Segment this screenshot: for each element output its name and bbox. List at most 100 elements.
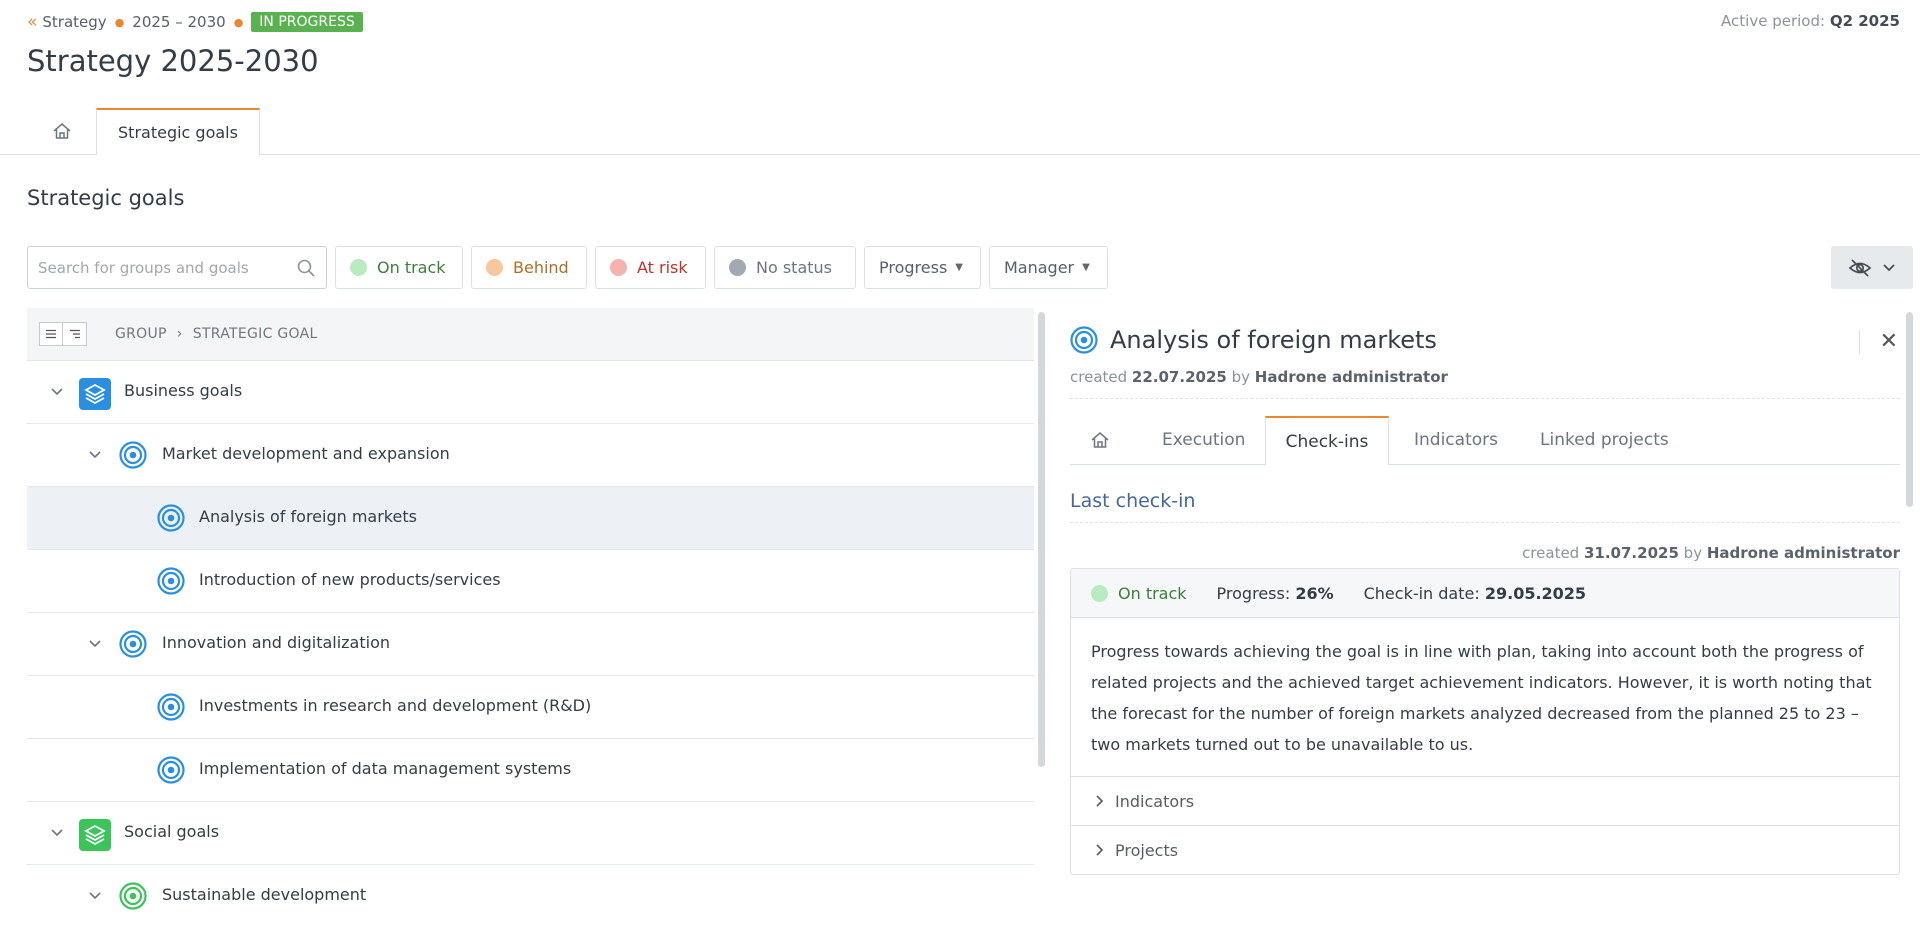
chevron-down-icon[interactable] (88, 637, 102, 651)
checkin-progress: Progress: 26% (1217, 584, 1334, 603)
page-title: Strategy 2025-2030 (27, 44, 319, 78)
tree-row-label: Analysis of foreign markets (199, 507, 417, 526)
expand-all-button[interactable] (39, 322, 63, 346)
target-icon (119, 630, 147, 658)
layers-icon (79, 819, 111, 851)
indicators-expander[interactable]: Indicators (1071, 777, 1899, 825)
indicators-expander-label: Indicators (1115, 791, 1195, 811)
chevron-down-icon[interactable] (50, 385, 64, 399)
tree-row-goal[interactable]: Market development and expansion (27, 424, 1034, 487)
created-date: 22.07.2025 (1131, 368, 1227, 386)
projects-expander-label: Projects (1115, 840, 1179, 860)
tab-check-ins[interactable]: Check-ins (1265, 416, 1389, 465)
visibility-menu-button[interactable] (1831, 246, 1913, 289)
filter-bar: On track Behind At risk No status Progre… (27, 246, 1108, 289)
detail-scrollbar[interactable] (1906, 312, 1913, 507)
checkin-created: created 31.07.2025 by Hadrone administra… (1522, 544, 1900, 562)
manager-dropdown[interactable]: Manager ▼ (989, 246, 1108, 289)
created-label: created (1070, 368, 1128, 386)
progress-dropdown-label: Progress (879, 258, 948, 277)
section-title: Strategic goals (27, 186, 185, 210)
target-icon (119, 441, 147, 469)
header-group: GROUP (115, 326, 167, 342)
target-icon (1070, 326, 1098, 354)
detail-tab-home[interactable] (1090, 416, 1110, 464)
chevron-down-icon (1883, 263, 1895, 271)
checkin-created-label: created (1522, 544, 1580, 562)
detail-created: created 22.07.2025 by Hadrone administra… (1070, 368, 1448, 386)
close-icon[interactable]: ✕ (1858, 330, 1898, 354)
checkin-by-label: by (1683, 544, 1703, 562)
detail-tabs: Execution Check-ins Indicators Linked pr… (1070, 416, 1900, 465)
tree-row-goal[interactable]: Introduction of new products/services (27, 550, 1034, 613)
tree-row-group[interactable]: Social goals (27, 802, 1034, 865)
target-icon (157, 756, 185, 784)
checkin-status-label: On track (1118, 583, 1187, 603)
status-dot-green (350, 259, 367, 276)
tree-row-label: Market development and expansion (162, 444, 450, 463)
tree-row-label: Social goals (124, 822, 220, 841)
progress-value: 26% (1295, 583, 1334, 603)
tree-row-group[interactable]: Business goals (27, 361, 1034, 424)
status-dot-green (1091, 584, 1108, 602)
chevron-down-icon[interactable] (50, 826, 64, 840)
tree-row-label: Business goals (124, 381, 243, 400)
checkin-date: Check-in date: 29.05.2025 (1364, 584, 1586, 603)
tree-row-goal[interactable]: Innovation and digitalization (27, 613, 1034, 676)
tree-header-label: GROUP › STRATEGIC GOAL (115, 326, 318, 342)
search-icon[interactable] (296, 258, 316, 278)
checkin-date-value: 29.05.2025 (1484, 583, 1587, 603)
status-dot-red (610, 259, 627, 276)
target-icon (157, 693, 185, 721)
breadcrumb-period[interactable]: 2025 – 2030 (132, 13, 225, 31)
chevron-right-icon: › (176, 326, 183, 342)
tab-strategic-goals[interactable]: Strategic goals (96, 108, 260, 155)
breadcrumb: « Strategy ● 2025 – 2030 ● IN PROGRESS (27, 10, 363, 34)
detail-title: Analysis of foreign markets (1070, 326, 1437, 354)
progress-dropdown[interactable]: Progress ▼ (864, 246, 981, 289)
created-by: Hadrone administrator (1254, 368, 1448, 386)
projects-expander[interactable]: Projects (1071, 825, 1899, 874)
tab-linked-projects[interactable]: Linked projects (1540, 416, 1669, 464)
collapse-all-button[interactable] (63, 322, 87, 346)
checkin-card: On track Progress: 26% Check-in date: 29… (1070, 568, 1900, 875)
layers-icon (79, 378, 111, 410)
filter-at-risk-label: At risk (637, 258, 688, 277)
tree-view-tools (39, 322, 87, 346)
search-input[interactable] (28, 247, 290, 289)
checkin-date-label: Check-in date: (1363, 583, 1480, 603)
chevron-down-icon[interactable] (88, 889, 102, 903)
tree-row-goal[interactable]: Implementation of data management system… (27, 739, 1034, 802)
tree-row-label: Implementation of data management system… (199, 759, 572, 778)
filter-on-track-label: On track (377, 258, 446, 277)
breadcrumb-strategy[interactable]: Strategy (42, 13, 106, 31)
tree-row-goal[interactable]: Sustainable development (27, 865, 1034, 928)
target-icon (157, 567, 185, 595)
page-tabs: Strategic goals (0, 108, 1920, 155)
search-box (27, 246, 327, 289)
status-dot-gray (729, 259, 746, 276)
tab-execution[interactable]: Execution (1162, 416, 1245, 464)
list-icon (46, 329, 56, 339)
filter-behind-label: Behind (513, 258, 569, 277)
home-icon (1091, 432, 1109, 448)
tree-row-goal[interactable]: Investments in research and development … (27, 676, 1034, 739)
tree-row-label: Introduction of new products/services (199, 570, 501, 589)
tree-row-label: Investments in research and development … (199, 696, 592, 715)
checkin-created-by: Hadrone administrator (1706, 544, 1900, 562)
tab-indicators[interactable]: Indicators (1414, 416, 1498, 464)
status-dot-orange (486, 259, 503, 276)
tree-scrollbar[interactable] (1038, 312, 1045, 767)
tree-row-goal-selected[interactable]: Analysis of foreign markets (27, 487, 1034, 550)
checkin-comment: Progress towards achieving the goal is i… (1071, 618, 1899, 777)
divider (1070, 398, 1900, 399)
chevron-right-icon (1096, 844, 1104, 856)
chevron-down-icon[interactable] (88, 448, 102, 462)
filter-behind[interactable]: Behind (471, 246, 587, 289)
filter-no-status[interactable]: No status (714, 246, 856, 289)
filter-at-risk[interactable]: At risk (595, 246, 706, 289)
tree-row-label: Sustainable development (162, 885, 367, 904)
tab-home[interactable] (30, 108, 94, 154)
filter-on-track[interactable]: On track (335, 246, 463, 289)
double-chevron-left-icon[interactable]: « (27, 12, 37, 32)
